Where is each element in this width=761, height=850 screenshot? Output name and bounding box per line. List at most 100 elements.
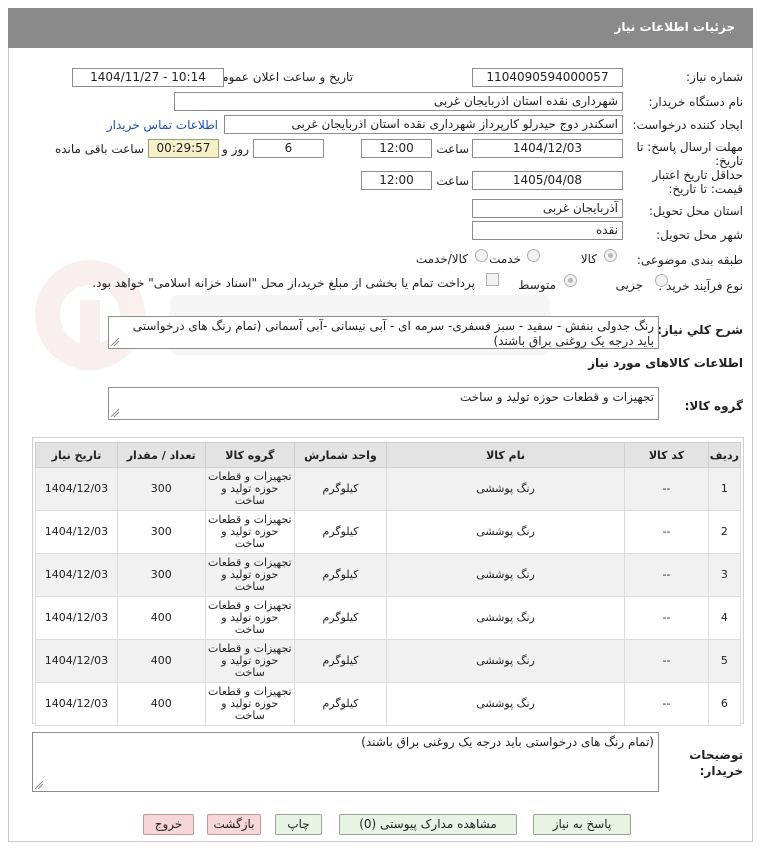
column-header-row-number: ردیف [707, 442, 742, 468]
cell-name: رنگ پوششی [385, 596, 626, 640]
items-table: ردیف کد کالا نام کالا واحد شمارش گروه کا… [35, 442, 742, 726]
cell-name: رنگ پوششی [385, 553, 626, 597]
validity-time-field: 12:00 [361, 171, 432, 190]
reply-button[interactable]: پاسخ به نیاز [533, 814, 631, 835]
category-radio-goods[interactable] [604, 249, 617, 262]
cell-name: رنگ پوششی [385, 510, 626, 554]
cell-quantity: 300 [116, 467, 206, 511]
goods-group-text: تجهیزات و قطعات حوزه تولید و ساخت [459, 390, 654, 404]
cell-unit: کیلوگرم [294, 467, 387, 511]
description-label: شرح کلي نياز: [657, 323, 743, 337]
days-field: 6 [253, 139, 324, 158]
resize-handle-icon [111, 409, 119, 417]
treasury-payment-checkbox[interactable] [486, 273, 499, 286]
cell-unit: کیلوگرم [294, 682, 387, 726]
buyer-field: شهرداری نقده استان اذربایجان غربی [174, 92, 623, 111]
cell-quantity: 400 [116, 682, 206, 726]
validity-label-2: قیمت: تا تاریخ: [668, 182, 743, 196]
column-header-unit: واحد شمارش [294, 442, 387, 468]
category-option-goods: کالا [580, 252, 597, 266]
cell-name: رنگ پوششی [385, 682, 626, 726]
page-title: جزئیات اطلاعات نیاز [614, 20, 735, 34]
city-field: نقده [472, 221, 623, 240]
buyer-contact-link[interactable]: اطلاعات تماس خریدار [107, 118, 218, 132]
cell-date: 1404/12/03 [35, 510, 118, 554]
validity-date-field: 1405/04/08 [472, 171, 623, 190]
table-row: 6 -- رنگ پوششی کیلوگرم تجهیزات و قطعات ح… [35, 682, 742, 726]
process-option-medium: متوسط [518, 278, 556, 292]
cell-date: 1404/12/03 [35, 467, 118, 511]
treasury-payment-note: پرداخت تمام یا بخشی از مبلغ خرید،از محل … [92, 276, 475, 290]
buyer-label: نام دستگاه خریدار: [648, 95, 744, 109]
cell-code: -- [624, 467, 709, 511]
buyer-notes-text: (تمام رنگ های درخواستی باید درجه یک روغن… [361, 735, 654, 749]
remaining-label: ساعت باقی مانده [54, 142, 144, 156]
category-option-goods-service: کالا/خدمت [415, 252, 468, 266]
cell-date: 1404/12/03 [35, 596, 118, 640]
cell-unit: کیلوگرم [294, 553, 387, 597]
back-button[interactable]: بازگشت [207, 814, 261, 835]
buyer-notes-label: توضیحات [689, 748, 743, 762]
process-option-minor: جزیی [615, 278, 643, 292]
cell-row-number: 6 [707, 682, 742, 726]
exit-button[interactable]: خروج [143, 814, 194, 835]
days-label: روز و [222, 142, 249, 156]
cell-code: -- [624, 510, 709, 554]
cell-group: تجهیزات و قطعات حوزه تولید و ساخت [204, 682, 296, 726]
cell-name: رنگ پوششی [385, 639, 626, 683]
table-row: 2 -- رنگ پوششی کیلوگرم تجهیزات و قطعات ح… [35, 510, 742, 554]
goods-group-label: گروه کالا: [684, 399, 743, 413]
validity-time-label: ساعت [436, 174, 469, 188]
resize-handle-icon [35, 781, 43, 789]
need-number-field: 1104090594000057 [472, 68, 623, 87]
items-table-wrap: ردیف کد کالا نام کالا واحد شمارش گروه کا… [32, 437, 744, 726]
creator-field: اسکندر دوج حیدرلو کارپرداز شهرداری نقده … [224, 115, 623, 134]
goods-section-title: اطلاعات کالاهای مورد نیاز [588, 356, 743, 370]
announce-label: تاریخ و ساعت اعلان عمومی: [208, 70, 353, 84]
announce-field: 1404/11/27 - 10:14 [72, 68, 224, 87]
category-radio-goods-service[interactable] [475, 249, 488, 262]
column-header-group: گروه کالا [204, 442, 296, 468]
cell-row-number: 1 [707, 467, 742, 511]
cell-row-number: 3 [707, 553, 742, 597]
need-number-label: شماره نیاز: [686, 70, 743, 84]
column-header-quantity: تعداد / مقدار [116, 442, 206, 468]
cell-group: تجهیزات و قطعات حوزه تولید و ساخت [204, 596, 296, 640]
province-label: استان محل تحویل: [648, 204, 743, 218]
column-header-code: کد کالا [624, 442, 709, 468]
creator-label: ایجاد کننده درخواست: [632, 118, 743, 132]
table-row: 3 -- رنگ پوششی کیلوگرم تجهیزات و قطعات ح… [35, 553, 742, 597]
cell-quantity: 400 [116, 639, 206, 683]
cell-group: تجهیزات و قطعات حوزه تولید و ساخت [204, 553, 296, 597]
cell-date: 1404/12/03 [35, 639, 118, 683]
cell-quantity: 400 [116, 596, 206, 640]
category-radio-service[interactable] [527, 249, 540, 262]
cell-code: -- [624, 596, 709, 640]
column-header-name: نام کالا [385, 442, 626, 468]
process-radio-minor[interactable] [655, 274, 668, 287]
cell-code: -- [624, 682, 709, 726]
view-attachments-button[interactable]: مشاهده مدارک پیوستی (0) [339, 814, 517, 835]
cell-group: تجهیزات و قطعات حوزه تولید و ساخت [204, 510, 296, 554]
header-bar: جزئیات اطلاعات نیاز [8, 8, 753, 48]
cell-unit: کیلوگرم [294, 596, 387, 640]
cell-group: تجهیزات و قطعات حوزه تولید و ساخت [204, 639, 296, 683]
goods-group-textbox: تجهیزات و قطعات حوزه تولید و ساخت [108, 387, 659, 420]
description-textbox: رنگ جدولی بنفش - سفید - سبز فسفری- سرمه … [108, 316, 659, 349]
cell-row-number: 5 [707, 639, 742, 683]
category-option-service: خدمت [489, 252, 521, 266]
buyer-notes-textbox: (تمام رنگ های درخواستی باید درجه یک روغن… [32, 732, 659, 792]
table-row: 5 -- رنگ پوششی کیلوگرم تجهیزات و قطعات ح… [35, 639, 742, 683]
description-text: رنگ جدولی بنفش - سفید - سبز فسفری- سرمه … [132, 319, 654, 348]
cell-date: 1404/12/03 [35, 553, 118, 597]
process-radio-medium[interactable] [564, 274, 577, 287]
city-label: شهر محل تحویل: [656, 228, 743, 242]
print-button[interactable]: چاپ [275, 814, 322, 835]
cell-code: -- [624, 553, 709, 597]
cell-quantity: 300 [116, 510, 206, 554]
send-deadline-label: مهلت ارسال پاسخ: تا [636, 140, 743, 154]
cell-unit: کیلوگرم [294, 639, 387, 683]
table-header-row: ردیف کد کالا نام کالا واحد شمارش گروه کا… [35, 442, 742, 468]
send-deadline-label-2: تاریخ: [715, 154, 743, 168]
cell-row-number: 2 [707, 510, 742, 554]
